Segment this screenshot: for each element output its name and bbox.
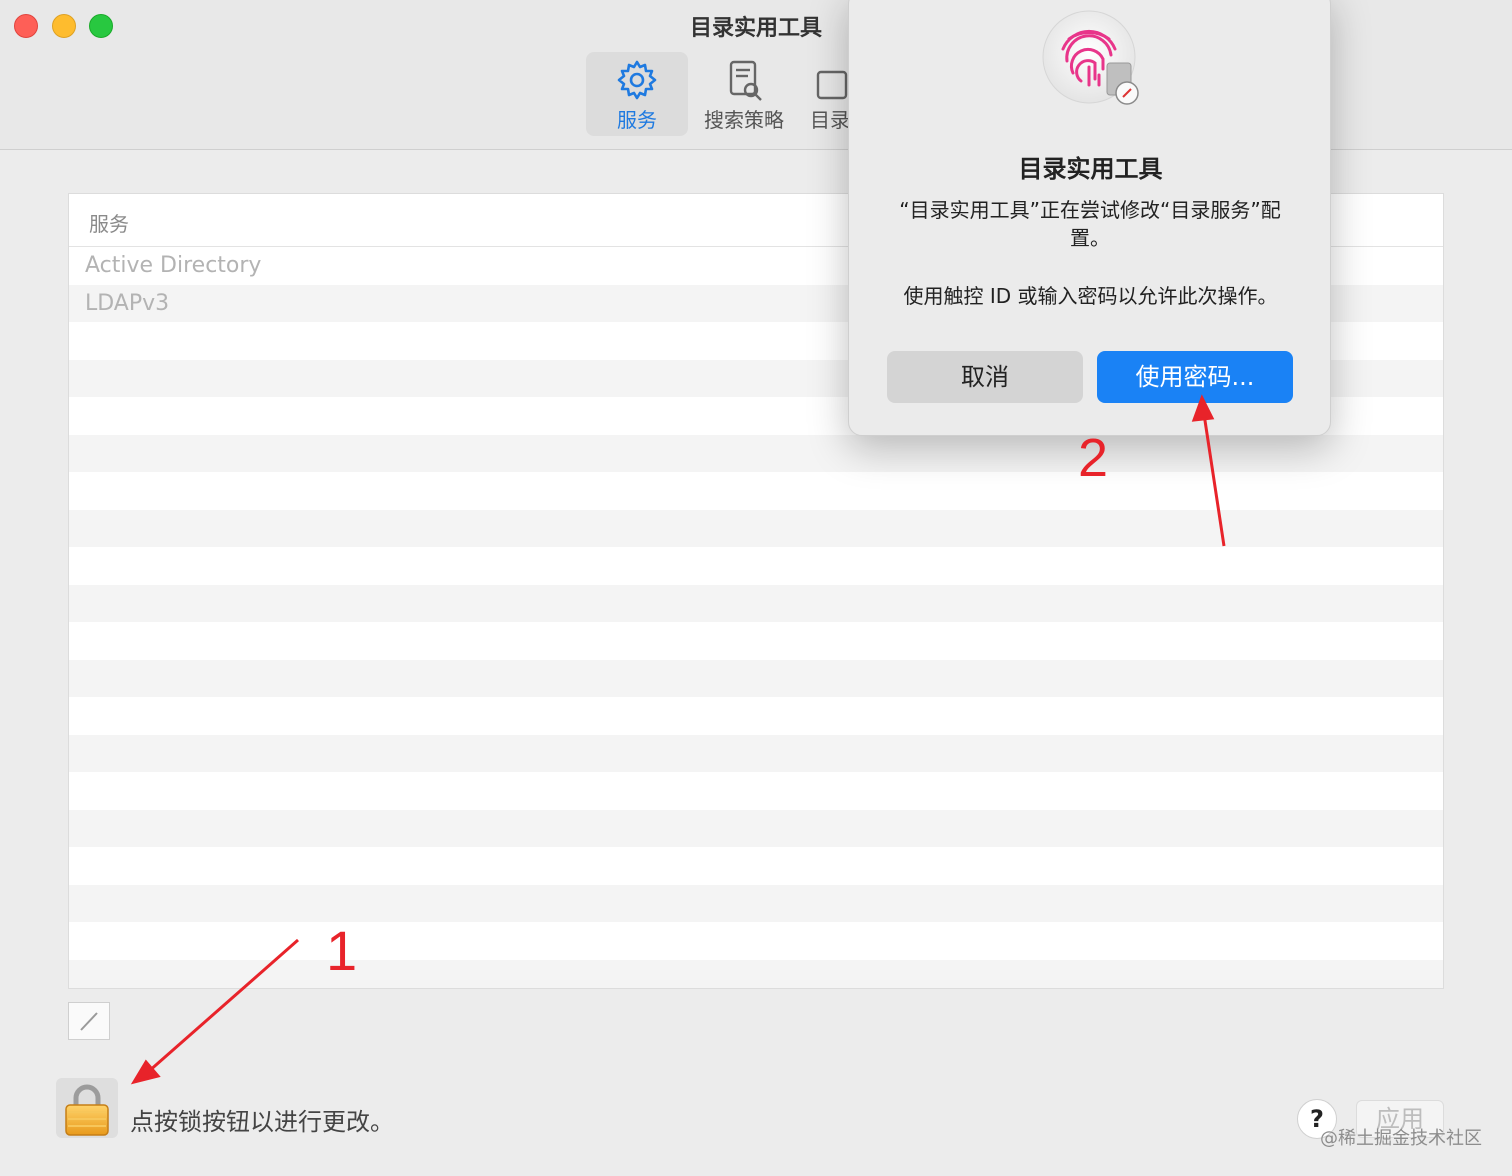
table-row bbox=[69, 622, 1443, 660]
table-row bbox=[69, 959, 1443, 988]
cancel-button[interactable]: 取消 bbox=[887, 351, 1083, 403]
toolbar-services-tab[interactable]: 服务 bbox=[586, 52, 688, 136]
padlock-icon bbox=[65, 1084, 109, 1136]
table-row bbox=[69, 584, 1443, 622]
table-row bbox=[69, 772, 1443, 810]
dialog-message: “目录实用工具”正在尝试修改“目录服务”配置。 bbox=[899, 198, 1281, 250]
table-row bbox=[69, 434, 1443, 472]
table-row bbox=[69, 847, 1443, 885]
dialog-title: 目录实用工具 bbox=[1018, 155, 1163, 183]
toolbar-search-policy-label: 搜索策略 bbox=[704, 108, 784, 132]
lock-button[interactable] bbox=[56, 1078, 118, 1138]
dialog-instruction: 使用触控 ID 或输入密码以允许此次操作。 bbox=[903, 284, 1278, 308]
authorization-dialog: 目录实用工具 “目录实用工具”正在尝试修改“目录服务”配置。 使用触控 ID 或… bbox=[848, 0, 1331, 436]
table-row bbox=[69, 659, 1443, 697]
pencil-icon bbox=[80, 1012, 98, 1031]
edit-service-button[interactable] bbox=[68, 1002, 110, 1040]
table-row bbox=[69, 697, 1443, 735]
lock-hint-text: 点按锁按钮以进行更改。 bbox=[130, 1108, 394, 1136]
watermark-text: @稀土掘金技术社区 bbox=[1320, 1128, 1482, 1149]
table-row bbox=[69, 922, 1443, 960]
use-password-button[interactable]: 使用密码... bbox=[1097, 351, 1293, 403]
table-row bbox=[69, 472, 1443, 510]
gear-icon bbox=[617, 60, 657, 100]
toolbar-search-policy-tab[interactable]: 搜索策略 bbox=[696, 52, 792, 136]
toolbar-services-label: 服务 bbox=[617, 108, 657, 132]
table-row bbox=[69, 547, 1443, 585]
table-row bbox=[69, 884, 1443, 922]
table-row bbox=[69, 734, 1443, 772]
search-document-icon bbox=[729, 60, 762, 101]
touch-id-fingerprint-icon bbox=[1042, 10, 1139, 105]
table-row bbox=[69, 809, 1443, 847]
annotation-arrowhead-1 bbox=[130, 1059, 161, 1085]
table-row bbox=[69, 509, 1443, 547]
